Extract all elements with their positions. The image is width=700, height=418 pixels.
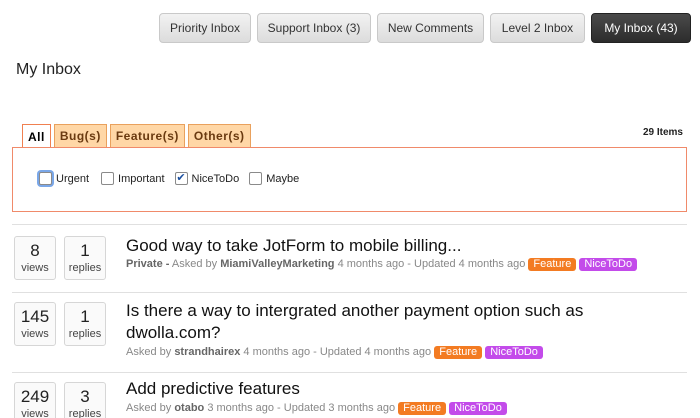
filter-tab-all[interactable]: All: [22, 124, 51, 148]
replies-count: 3: [80, 387, 90, 406]
author-link[interactable]: otabo: [174, 402, 204, 414]
views-label: views: [21, 328, 49, 340]
asked-time: 4 months ago: [337, 258, 405, 270]
views-label: views: [21, 408, 49, 418]
replies-label: replies: [68, 408, 102, 418]
views-counter: 145 views: [14, 302, 56, 346]
views-count: 145: [20, 307, 50, 326]
checkbox-box[interactable]: [101, 172, 115, 185]
replies-counter: 1 replies: [64, 236, 106, 280]
author-link[interactable]: MiamiValleyMarketing: [220, 258, 334, 270]
tab-priority-inbox[interactable]: Priority Inbox: [159, 13, 251, 43]
feature-tag[interactable]: Feature: [434, 346, 483, 359]
priority-filter-panel: Urgent Important ✔ NiceToDo Maybe: [12, 147, 687, 212]
views-counter: 249 views: [14, 382, 56, 418]
question-meta: Asked by otabo 3 months ago - Updated 3 …: [126, 401, 666, 416]
question-meta: Asked by strandhairex 4 months ago - Upd…: [126, 345, 666, 360]
filter-tab-others[interactable]: Other(s): [187, 124, 251, 147]
item-count: 29 Items: [642, 127, 683, 138]
author-link[interactable]: strandhairex: [174, 346, 240, 358]
category-filter-tabs: All Bug(s) Feature(s) Other(s): [22, 124, 251, 148]
nicetodo-tag[interactable]: NiceToDo: [449, 402, 507, 415]
page-title: My Inbox: [16, 61, 81, 78]
maybe-label: Maybe: [266, 172, 300, 185]
replies-count: 1: [80, 307, 90, 326]
updated-time: Updated 4 months ago: [319, 346, 432, 358]
separator: -: [313, 346, 317, 358]
urgent-checkbox[interactable]: Urgent: [39, 172, 89, 185]
list-item: 145 views 1 replies Is there a way to in…: [12, 292, 687, 372]
nicetodo-checkbox[interactable]: ✔ NiceToDo: [174, 172, 240, 185]
asked-time: 3 months ago: [207, 402, 274, 414]
maybe-checkbox[interactable]: Maybe: [249, 172, 299, 185]
asked-time: 4 months ago: [243, 346, 311, 358]
views-counter: 8 views: [14, 236, 56, 280]
updated-time: Updated 3 months ago: [283, 402, 396, 414]
urgent-label: Urgent: [56, 172, 90, 185]
separator: -: [277, 402, 281, 414]
filter-tab-bugs[interactable]: Bug(s): [53, 124, 107, 147]
checkbox-box[interactable]: [39, 172, 52, 185]
question-title-link[interactable]: Add predictive features: [126, 378, 666, 400]
inbox-tabs: Priority Inbox Support Inbox (3) New Com…: [159, 13, 691, 43]
important-label: Important: [118, 172, 165, 185]
feature-tag[interactable]: Feature: [528, 258, 577, 271]
replies-label: replies: [68, 328, 102, 340]
checkmark-icon[interactable]: ✔: [174, 172, 188, 185]
private-label: Private -: [126, 258, 170, 270]
question-title-link[interactable]: Good way to take JotForm to mobile billi…: [126, 235, 666, 257]
feature-tag[interactable]: Feature: [398, 402, 447, 415]
filter-tab-features[interactable]: Feature(s): [109, 124, 185, 147]
updated-time: Updated 4 months ago: [414, 258, 526, 270]
tab-support-inbox[interactable]: Support Inbox (3): [257, 13, 371, 43]
replies-counter: 3 replies: [64, 382, 106, 418]
replies-count: 1: [80, 241, 90, 260]
tab-new-comments[interactable]: New Comments: [377, 13, 484, 43]
replies-label: replies: [68, 262, 102, 274]
nicetodo-tag[interactable]: NiceToDo: [579, 258, 638, 271]
views-count: 8: [30, 241, 40, 260]
asked-prefix: Asked by: [126, 346, 172, 358]
question-list: 8 views 1 replies Good way to take JotFo…: [12, 224, 687, 418]
asked-prefix: Asked by: [126, 402, 172, 414]
nicetodo-tag[interactable]: NiceToDo: [485, 346, 543, 359]
views-label: views: [21, 262, 49, 274]
nicetodo-label: NiceToDo: [191, 172, 240, 185]
views-count: 249: [20, 387, 50, 406]
replies-counter: 1 replies: [64, 302, 106, 346]
question-title-link[interactable]: Is there a way to intergrated another pa…: [126, 300, 616, 344]
tab-my-inbox[interactable]: My Inbox (43): [591, 13, 691, 43]
separator: -: [407, 258, 411, 270]
list-item: 8 views 1 replies Good way to take JotFo…: [12, 224, 687, 292]
question-meta: Private - Asked by MiamiValleyMarketing …: [126, 257, 666, 272]
checkbox-box[interactable]: [249, 172, 263, 185]
important-checkbox[interactable]: Important: [101, 172, 165, 185]
asked-prefix: Asked by: [171, 258, 218, 270]
list-item: 249 views 3 replies Add predictive featu…: [12, 372, 687, 418]
tab-level-2-inbox[interactable]: Level 2 Inbox: [490, 13, 585, 43]
